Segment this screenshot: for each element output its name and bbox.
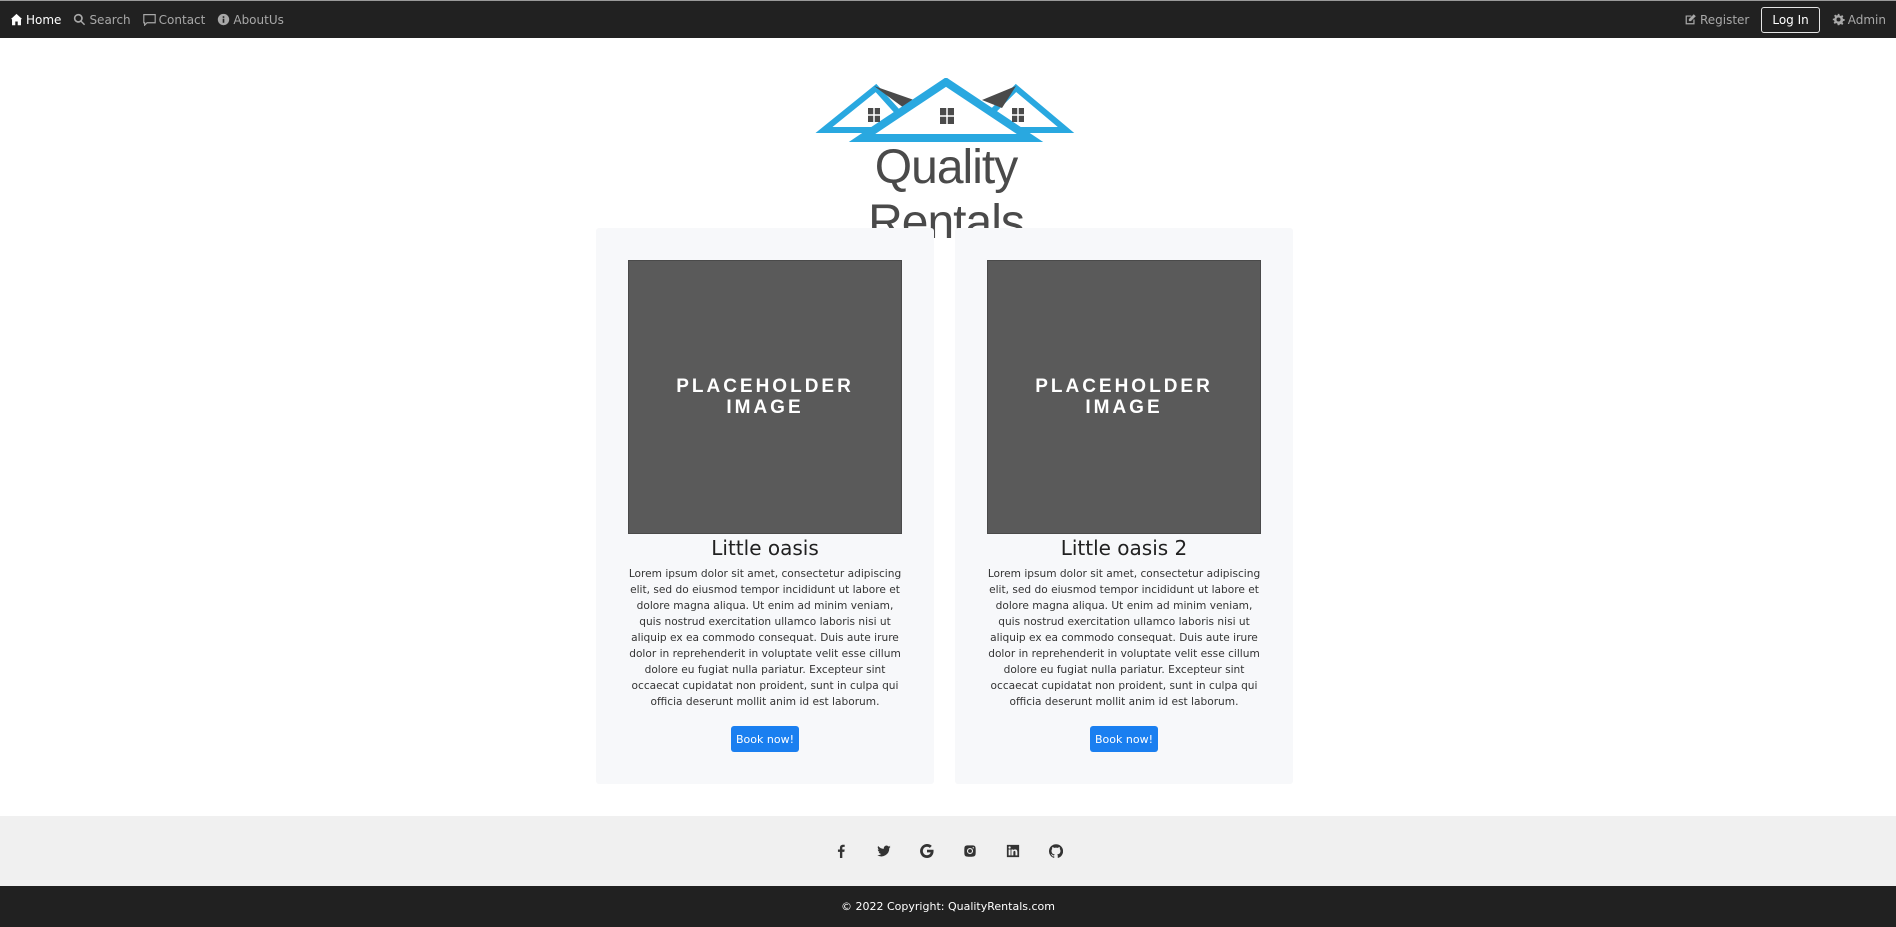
- nav-contact-link[interactable]: Contact: [142, 12, 206, 27]
- rental-card: PLACEHOLDER IMAGE Little oasis 2 Lorem i…: [955, 228, 1293, 784]
- card-description: Lorem ipsum dolor sit amet, consectetur …: [628, 568, 902, 708]
- facebook-icon[interactable]: [831, 841, 851, 861]
- card-description: Lorem ipsum dolor sit amet, consectetur …: [987, 568, 1261, 708]
- copyright-bar: © 2022 Copyright: QualityRentals.com: [0, 886, 1896, 927]
- gear-icon: [1832, 13, 1845, 26]
- nav-home-link[interactable]: Home: [10, 13, 61, 27]
- linkedin-icon[interactable]: [1003, 841, 1023, 861]
- nav-register-link[interactable]: Register: [1684, 13, 1749, 27]
- nav-contact-label: Contact: [158, 12, 206, 27]
- chat-icon: [142, 14, 156, 26]
- search-icon: [74, 13, 86, 26]
- placeholder-image-label: PLACEHOLDER IMAGE: [1035, 376, 1213, 418]
- placeholder-image-label: PLACEHOLDER IMAGE: [676, 376, 854, 418]
- rental-card: PLACEHOLDER IMAGE Little oasis Lorem ips…: [596, 228, 934, 784]
- info-icon: [218, 13, 230, 26]
- nav-right-group: Register Log In Admin: [1684, 6, 1886, 33]
- instagram-icon[interactable]: [960, 841, 980, 861]
- edit-icon: [1685, 14, 1696, 25]
- book-now-button[interactable]: Book now!: [731, 726, 799, 752]
- nav-search-link[interactable]: Search: [73, 12, 131, 27]
- card-title: Little oasis: [711, 536, 819, 560]
- card-title: Little oasis 2: [1060, 536, 1188, 560]
- nav-search-label: Search: [89, 12, 131, 27]
- nav-admin-link[interactable]: Admin: [1832, 13, 1886, 27]
- nav-admin-label: Admin: [1847, 12, 1886, 27]
- copyright-text: © 2022 Copyright: QualityRentals.com: [841, 900, 1055, 913]
- social-footer: [0, 816, 1896, 886]
- google-icon[interactable]: [917, 841, 937, 861]
- top-navbar: Home Search Contact AboutUs Register Log…: [0, 0, 1896, 38]
- nav-about-label: AboutUs: [233, 12, 284, 27]
- nav-home-label: Home: [26, 12, 62, 27]
- twitter-icon[interactable]: [874, 841, 894, 861]
- placeholder-image: PLACEHOLDER IMAGE: [987, 260, 1261, 534]
- github-icon[interactable]: [1046, 841, 1066, 861]
- login-button[interactable]: Log In: [1761, 6, 1820, 33]
- book-now-button[interactable]: Book now!: [1090, 726, 1158, 752]
- nav-register-label: Register: [1699, 12, 1750, 27]
- site-logo[interactable]: Quality Rentals: [804, 77, 1088, 249]
- nav-left-group: Home Search Contact AboutUs: [10, 13, 284, 27]
- home-icon: [10, 13, 23, 26]
- houses-logo-icon: [815, 77, 1075, 142]
- nav-about-link[interactable]: AboutUs: [217, 13, 284, 27]
- placeholder-image: PLACEHOLDER IMAGE: [628, 260, 902, 534]
